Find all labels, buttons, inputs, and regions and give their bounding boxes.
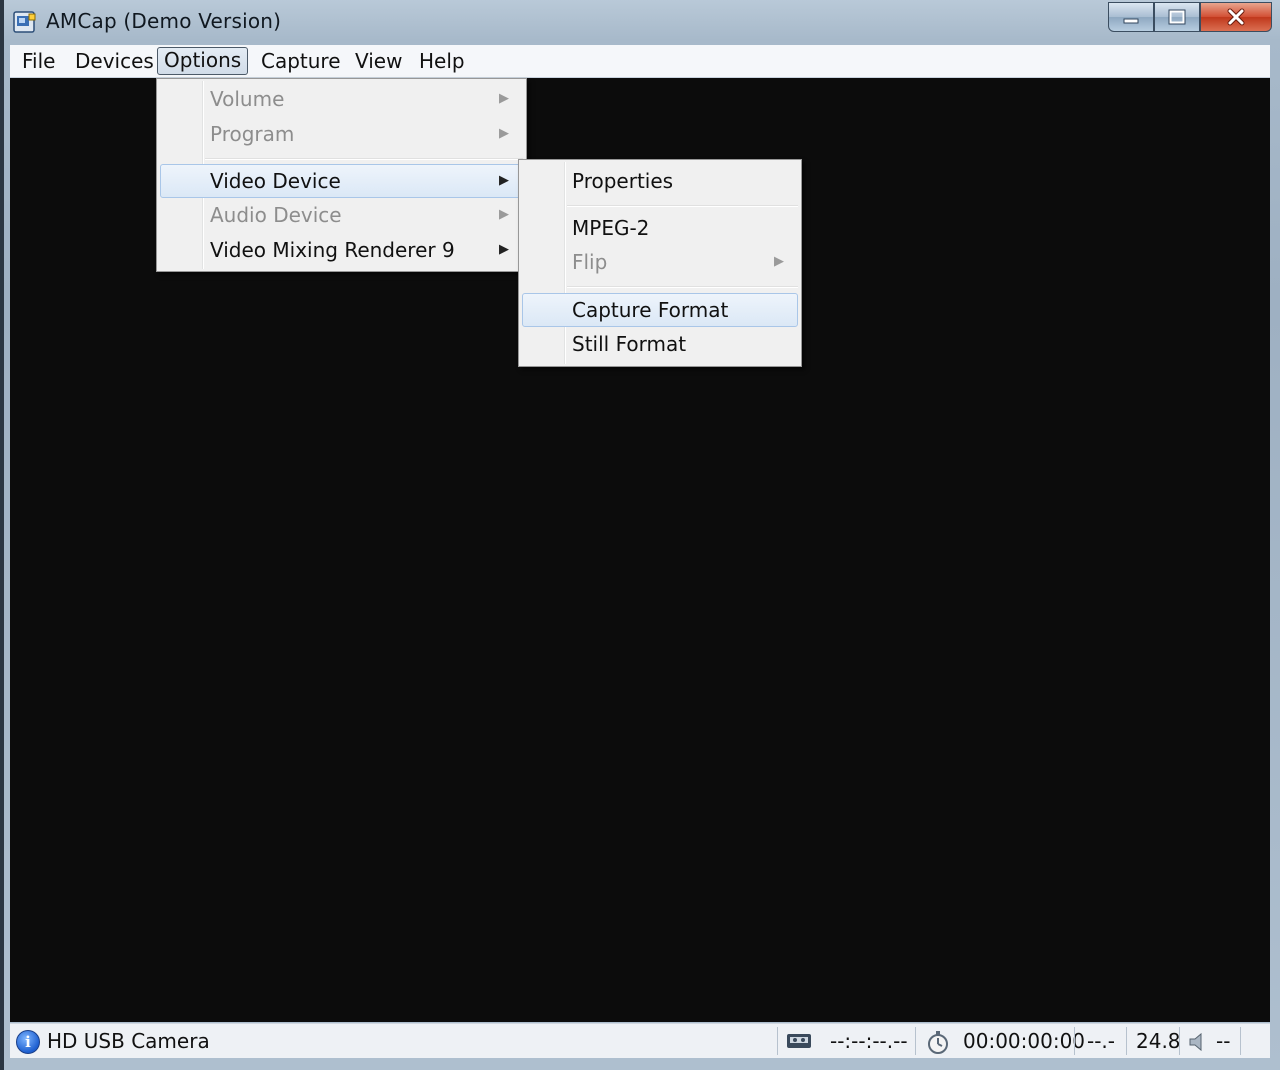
menu-item-audio-device[interactable]: Audio Device ▶ [160,198,523,232]
menu-devices[interactable]: Devices [69,48,160,74]
menu-item-label: Still Format [572,332,687,356]
submenu-arrow-icon: ▶ [499,91,509,106]
menu-separator [205,158,523,160]
menu-item-still-format[interactable]: Still Format [522,327,798,361]
video-device-submenu: Properties MPEG-2 Flip ▶ Capture Format … [518,159,802,367]
close-icon [1227,8,1245,26]
caption-buttons [1108,2,1272,32]
submenu-arrow-icon: ▶ [774,254,784,269]
elapsed-time: 00:00:00:00 [963,1029,1086,1053]
menu-item-capture-format[interactable]: Capture Format [522,293,798,327]
camera-app-icon [13,11,36,33]
volume-level: -- [1216,1029,1231,1053]
submenu-arrow-icon: ▶ [499,207,509,222]
menu-item-video-mixing-renderer[interactable]: Video Mixing Renderer 9 ▶ [160,233,523,267]
stopwatch-icon [928,1031,948,1054]
window-border [0,0,4,1070]
submenu-arrow-icon: ▶ [499,173,509,188]
menu-options[interactable]: Options [157,47,249,75]
menu-item-mpeg2[interactable]: MPEG-2 [522,211,798,245]
menu-item-label: Properties [572,169,674,193]
status-divider [1074,1027,1075,1055]
menu-item-volume[interactable]: Volume ▶ [160,82,523,116]
frame-rate: 24.8 [1136,1029,1181,1053]
menu-item-label: Flip [572,250,608,274]
speaker-icon [1189,1032,1202,1052]
status-divider [915,1027,916,1055]
menu-item-properties[interactable]: Properties [522,164,798,198]
cassette-icon [787,1034,811,1048]
options-menu: Volume ▶ Program ▶ Video Device ▶ Audio … [156,78,527,272]
menu-item-label: Video Mixing Renderer 9 [210,238,455,262]
minimize-button[interactable] [1108,2,1154,32]
menu-separator [567,286,798,288]
menu-item-label: MPEG-2 [572,216,650,240]
close-button[interactable] [1200,2,1272,32]
maximize-icon [1168,9,1186,25]
menu-item-label: Audio Device [210,203,342,227]
menu-bar: File Devices Options Capture View Help [10,45,1270,78]
status-divider [777,1027,778,1055]
status-divider [1179,1027,1180,1055]
app-window: AMCap (Demo Version) File Devices Option… [0,0,1280,1070]
dropped-frames: --.- [1087,1029,1116,1053]
maximize-button[interactable] [1154,2,1200,32]
menu-capture[interactable]: Capture [255,48,347,74]
timecode: --:--:--.-- [830,1029,908,1053]
menu-file[interactable]: File [16,48,61,74]
title-bar[interactable]: AMCap (Demo Version) [0,0,1280,44]
device-name: HD USB Camera [47,1029,210,1053]
status-bar: i HD USB Camera --:--:--.-- 00:00:00:00 … [10,1023,1270,1058]
menu-view[interactable]: View [349,48,408,74]
status-divider [1240,1027,1241,1055]
submenu-arrow-icon: ▶ [499,126,509,141]
menu-separator [567,205,798,207]
info-icon: i [16,1030,40,1054]
menu-item-label: Capture Format [572,298,729,322]
menu-item-flip[interactable]: Flip ▶ [522,245,798,279]
menu-item-program[interactable]: Program ▶ [160,117,523,151]
menu-item-label: Program [210,122,295,146]
menu-item-label: Volume [210,87,285,111]
minimize-icon [1123,18,1139,24]
menu-item-label: Video Device [210,169,341,193]
status-divider [1126,1027,1127,1055]
menu-item-video-device[interactable]: Video Device ▶ [160,164,523,198]
submenu-arrow-icon: ▶ [499,242,509,257]
menu-help[interactable]: Help [413,48,471,74]
window-title: AMCap (Demo Version) [46,9,282,33]
